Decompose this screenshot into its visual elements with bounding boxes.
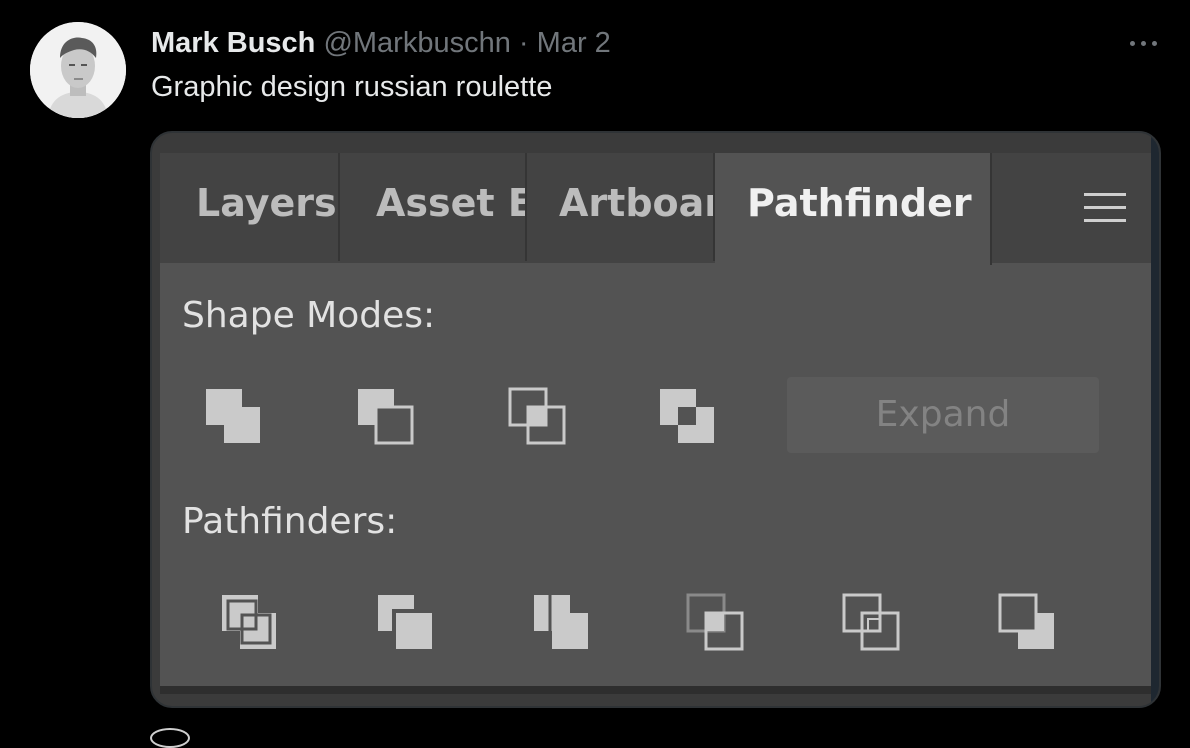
divide-icon[interactable]: [220, 593, 280, 653]
outline-icon[interactable]: [842, 593, 902, 653]
tweet-date[interactable]: Mar 2: [537, 27, 611, 59]
tab-pathfinder[interactable]: Pathfinder: [715, 153, 992, 265]
unite-icon[interactable]: [204, 387, 264, 447]
more-horizontal-icon[interactable]: [1124, 22, 1164, 62]
trim-icon[interactable]: [376, 593, 436, 653]
separator: ·: [518, 27, 529, 59]
avatar[interactable]: [30, 22, 126, 118]
panel-bottom-edge: [160, 686, 1151, 694]
expand-button[interactable]: Expand: [787, 377, 1099, 453]
tweet: Mark Busch @Markbuschn · Mar 2 Graphic d…: [0, 0, 1190, 748]
pathfinders-label: Pathfinders:: [182, 501, 398, 542]
tab-asset-export[interactable]: Asset E: [340, 153, 527, 261]
tab-layers[interactable]: Layers: [160, 153, 340, 261]
shape-modes-label: Shape Modes:: [182, 295, 436, 336]
reply-icon-partial: [150, 728, 190, 748]
exclude-icon[interactable]: [658, 387, 718, 447]
minus-front-icon[interactable]: [356, 387, 416, 447]
avatar-image: [30, 22, 126, 118]
minus-back-icon[interactable]: [998, 593, 1058, 653]
crop-icon[interactable]: [686, 593, 746, 653]
pathfinder-panel: Layers Asset E Artboar Pathfinder Shape …: [160, 153, 1151, 694]
author-handle[interactable]: @Markbuschn: [323, 27, 510, 59]
image-right-edge: [1151, 133, 1159, 706]
tab-artboards[interactable]: Artboar: [527, 153, 715, 261]
intersect-icon[interactable]: [508, 387, 568, 447]
tweet-text: Graphic design russian roulette: [151, 71, 553, 103]
tweet-media-image[interactable]: Layers Asset E Artboar Pathfinder Shape …: [150, 131, 1161, 708]
hamburger-menu-icon[interactable]: [1084, 193, 1126, 223]
merge-icon[interactable]: [532, 593, 592, 653]
panel-tab-bar: Layers Asset E Artboar Pathfinder: [160, 153, 1151, 265]
tweet-header: Mark Busch @Markbuschn · Mar 2: [151, 26, 611, 60]
author-name[interactable]: Mark Busch: [151, 27, 315, 59]
